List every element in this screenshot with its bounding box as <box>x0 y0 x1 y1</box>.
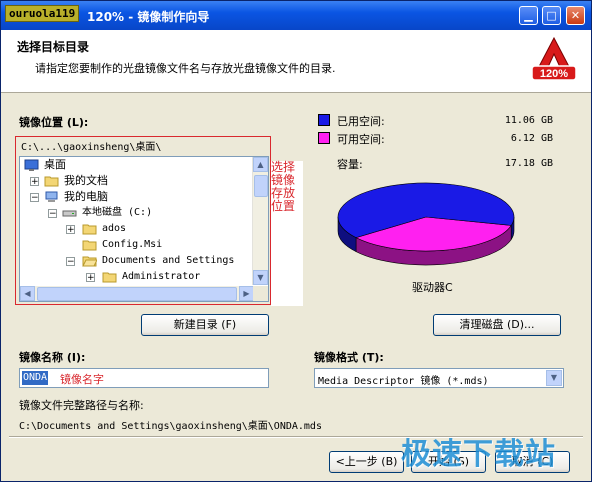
image-format-label: 镜像格式 (T): <box>314 351 384 364</box>
arrow-right-icon: ▶ <box>243 289 250 298</box>
minimize-button[interactable]: ▁ <box>519 6 538 25</box>
image-name-label: 镜像名称 (I): <box>19 351 86 364</box>
open-folder-icon <box>82 256 97 267</box>
image-name-input[interactable]: ONDA 镜像名字 <box>19 368 269 388</box>
user-badge: ouruola119 <box>5 5 80 22</box>
full-path-label: 镜像文件完整路径与名称: <box>19 399 144 412</box>
close-icon: ✕ <box>570 9 581 22</box>
scroll-thumb[interactable] <box>37 287 237 301</box>
scroll-corner <box>253 286 268 301</box>
location-path: C:\...\gaoxinsheng\桌面\ <box>21 142 162 153</box>
tree-item-administrator[interactable]: Administrator <box>122 270 200 284</box>
expand-toggle[interactable]: + <box>30 177 39 187</box>
minimize-icon: ▁ <box>524 9 533 22</box>
folder-icon <box>82 240 97 251</box>
location-annotation: 选择镜像存放位置 <box>271 161 303 306</box>
tree-item-config-msi[interactable]: Config.Msi <box>102 238 162 252</box>
tree-item-ados[interactable]: ados <box>102 222 126 236</box>
scroll-down-button[interactable]: ▼ <box>253 270 268 285</box>
collapse-toggle[interactable]: − <box>30 193 39 203</box>
image-name-value: ONDA <box>22 371 49 385</box>
tree-horizontal-scrollbar[interactable]: ◀ ▶ <box>20 286 254 301</box>
close-button[interactable]: ✕ <box>566 6 585 25</box>
page-title: 选择目标目录 <box>17 40 90 54</box>
folder-icon <box>102 272 117 283</box>
documents-folder-icon <box>44 176 59 187</box>
clean-disk-button[interactable]: 清理磁盘 (D)... <box>433 314 561 336</box>
desktop-icon <box>24 159 39 171</box>
scroll-thumb[interactable] <box>254 175 268 197</box>
location-label: 镜像位置 (L): <box>19 116 89 129</box>
expand-toggle[interactable]: + <box>66 225 75 235</box>
back-button[interactable]: <上一步 (B) <box>329 451 404 473</box>
free-space-value: 6.12 GB <box>510 133 553 144</box>
wizard-window: ouruola119 120% - 镜像制作向导 ▁ □ ✕ 选择目标目录 请指… <box>0 0 592 482</box>
image-format-select[interactable]: Media Descriptor 镜像 (*.mds) ▼ <box>314 368 564 388</box>
full-path-value: C:\Documents and Settings\gaoxinsheng\桌面… <box>19 421 322 432</box>
expand-toggle[interactable]: + <box>86 273 95 283</box>
tree-item-local-disk-c[interactable]: 本地磁盘 (C:) <box>82 206 152 220</box>
collapse-toggle[interactable]: − <box>66 257 75 267</box>
tree-item-my-documents[interactable]: 我的文档 <box>64 174 108 188</box>
watermark: 极速下载站 <box>401 437 556 472</box>
tree-item-desktop[interactable]: 桌面 <box>44 158 66 172</box>
arrow-down-icon: ▼ <box>257 273 264 282</box>
scroll-up-button[interactable]: ▲ <box>253 157 268 172</box>
dropdown-button[interactable]: ▼ <box>546 370 562 386</box>
maximize-icon: □ <box>546 9 557 22</box>
image-format-value: Media Descriptor 镜像 (*.mds) <box>318 376 489 387</box>
page-description: 请指定您要制作的光盘镜像文件名与存放光盘镜像文件的目录. <box>35 62 336 75</box>
tree-vertical-scrollbar[interactable]: ▲ ▼ <box>252 157 268 285</box>
new-folder-button[interactable]: 新建目录 (F) <box>141 314 269 336</box>
image-name-hint: 镜像名字 <box>60 373 104 386</box>
tree-item-documents-and-settings[interactable]: Documents and Settings <box>102 254 234 268</box>
computer-icon <box>45 191 58 202</box>
folder-tree[interactable]: 桌面 + 我的文档 − 我的电脑 − 本地磁盘 (C:) + ados Conf… <box>19 156 269 302</box>
arrow-left-icon: ◀ <box>24 289 31 298</box>
capacity-value: 17.18 GB <box>504 158 553 169</box>
capacity-label: 容量: <box>337 158 363 171</box>
collapse-toggle[interactable]: − <box>48 209 57 219</box>
disk-usage-pie-chart <box>337 182 515 266</box>
wizard-header: 选择目标目录 请指定您要制作的光盘镜像文件名与存放光盘镜像文件的目录. 120% <box>1 30 591 93</box>
folder-icon <box>82 224 97 235</box>
window-title: 120% - 镜像制作向导 <box>87 10 210 24</box>
scroll-right-button[interactable]: ▶ <box>239 286 254 301</box>
logo-text: 120% <box>540 68 568 80</box>
tree-item-my-computer[interactable]: 我的电脑 <box>64 190 108 204</box>
scroll-left-button[interactable]: ◀ <box>20 286 35 301</box>
used-space-swatch <box>318 114 330 126</box>
maximize-button[interactable]: □ <box>542 6 561 25</box>
chevron-down-icon: ▼ <box>550 373 558 382</box>
drive-label: 驱动器C <box>412 281 453 294</box>
free-space-swatch <box>318 132 330 144</box>
alcohol-logo-icon: 120% <box>531 36 577 81</box>
hard-disk-icon <box>62 210 77 217</box>
arrow-up-icon: ▲ <box>257 160 264 169</box>
used-space-value: 11.06 GB <box>504 115 553 126</box>
used-space-label: 已用空间: <box>337 115 385 128</box>
title-bar[interactable]: ouruola119 120% - 镜像制作向导 ▁ □ ✕ <box>1 1 591 30</box>
free-space-label: 可用空间: <box>337 133 385 146</box>
